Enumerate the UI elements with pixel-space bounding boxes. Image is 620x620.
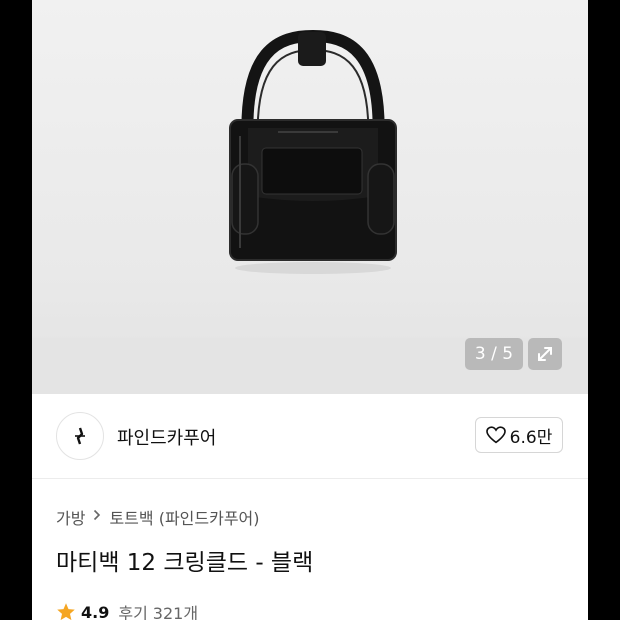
breadcrumb-subcategory[interactable]: 토트백 (파인드카푸어)	[109, 505, 259, 529]
heart-icon	[485, 426, 506, 444]
product-image-black-bag	[229, 29, 397, 274]
rating-row[interactable]: 4.9 후기 321개	[56, 600, 198, 620]
review-count: 321개	[152, 604, 199, 620]
store-logo-icon	[75, 427, 85, 445]
breadcrumb: 가방 토트백 (파인드카푸어)	[56, 505, 260, 529]
product-image-gallery[interactable]: 3 / 5	[32, 0, 588, 394]
like-button[interactable]: 6.6만	[475, 417, 563, 453]
breadcrumb-category[interactable]: 가방	[56, 505, 85, 529]
rating-value: 4.9	[81, 602, 110, 620]
expand-icon	[538, 347, 552, 361]
product-page: 3 / 5 파인드카푸어 6.6만 가방 토트백 (파인드카푸어) 마티백 12…	[32, 0, 588, 620]
store-name[interactable]: 파인드카푸어	[117, 424, 216, 450]
store-logo[interactable]	[56, 412, 104, 460]
store-row: 파인드카푸어 6.6만	[32, 396, 588, 479]
image-counter: 3 / 5	[465, 338, 523, 370]
product-title: 마티백 12 크링클드 - 블랙	[56, 550, 314, 576]
star-icon	[57, 603, 75, 620]
like-count: 6.6만	[509, 427, 553, 448]
chevron-right-icon	[93, 509, 101, 525]
review-label: 후기	[118, 604, 148, 620]
expand-button[interactable]	[528, 338, 562, 370]
